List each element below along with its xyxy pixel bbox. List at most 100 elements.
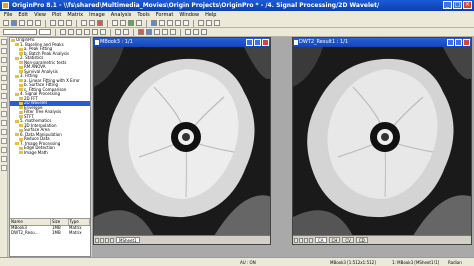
- menu-view[interactable]: View: [34, 12, 46, 18]
- subscript-icon[interactable]: [92, 29, 98, 35]
- region-tool-icon[interactable]: [1, 156, 7, 162]
- freehand-tool-icon[interactable]: [1, 165, 7, 171]
- underline-icon[interactable]: [76, 29, 82, 35]
- new-matrix-icon[interactable]: [27, 20, 33, 26]
- tree-item[interactable]: Image Math: [10, 150, 90, 156]
- matrix-image[interactable]: [293, 47, 471, 236]
- new-function-icon[interactable]: [35, 20, 41, 26]
- folder-icon: [15, 74, 19, 78]
- layer-icon[interactable]: [206, 20, 212, 26]
- zoom-tool-icon[interactable]: [1, 48, 7, 54]
- open-icon[interactable]: [50, 20, 56, 26]
- menu-edit[interactable]: Edit: [18, 12, 28, 18]
- close-window-icon[interactable]: [262, 39, 269, 46]
- line-style-icon[interactable]: [162, 29, 168, 35]
- minimize-window-icon[interactable]: [246, 39, 253, 46]
- add-layer-icon[interactable]: [198, 20, 204, 26]
- sheet-tab[interactable]: MSheet1: [116, 237, 140, 243]
- draw-data-icon[interactable]: [1, 84, 7, 90]
- last-sheet-icon[interactable]: [110, 237, 114, 243]
- origin-app-icon[interactable]: [2, 2, 9, 9]
- refresh-icon[interactable]: [89, 20, 95, 26]
- menu-matrix[interactable]: Matrix: [67, 12, 83, 18]
- decrease-font-icon[interactable]: [123, 29, 129, 35]
- folder-icon: [19, 79, 23, 82]
- line-width-icon[interactable]: [170, 29, 176, 35]
- font-size-select[interactable]: [39, 29, 51, 35]
- new-graph-icon[interactable]: [19, 20, 25, 26]
- maximize-window-icon[interactable]: [455, 39, 462, 46]
- sheet-tab-cd[interactable]: CD: [355, 237, 368, 243]
- data-selector-icon[interactable]: [1, 75, 7, 81]
- first-sheet-icon[interactable]: [294, 237, 298, 243]
- pointer-tool-icon[interactable]: [1, 39, 7, 45]
- zoom-out-icon[interactable]: [120, 20, 126, 26]
- window-title-bar[interactable]: DWT2_Result1 : 1/1: [293, 38, 471, 47]
- increase-font-icon[interactable]: [115, 29, 121, 35]
- fill-color-icon[interactable]: [146, 29, 152, 35]
- duplicate-icon[interactable]: [97, 20, 103, 26]
- rescale-icon[interactable]: [136, 20, 142, 26]
- menu-plot[interactable]: Plot: [52, 12, 61, 18]
- new-workbook-icon[interactable]: [11, 20, 17, 26]
- arrow-tool-icon[interactable]: [1, 102, 7, 108]
- project-explorer-icon[interactable]: [183, 20, 189, 26]
- code-builder-icon[interactable]: [159, 20, 165, 26]
- print-icon[interactable]: [81, 20, 87, 26]
- sheet-tab-cv[interactable]: CV: [342, 237, 354, 243]
- line-tool-icon[interactable]: [1, 120, 7, 126]
- next-sheet-icon[interactable]: [304, 237, 308, 243]
- prev-sheet-icon[interactable]: [299, 237, 303, 243]
- align-left-icon[interactable]: [185, 29, 191, 35]
- command-window-icon[interactable]: [175, 20, 181, 26]
- menu-analysis[interactable]: Analysis: [111, 12, 132, 18]
- menu-tools[interactable]: Tools: [137, 12, 149, 18]
- list-item[interactable]: DWT2_Resu... 1MB Matrix: [10, 230, 90, 235]
- close-window-icon[interactable]: [463, 39, 470, 46]
- whole-page-icon[interactable]: [128, 20, 134, 26]
- text-tool-icon[interactable]: [1, 93, 7, 99]
- zoom-in-icon[interactable]: [112, 20, 118, 26]
- ellipse-tool-icon[interactable]: [1, 138, 7, 144]
- first-sheet-icon[interactable]: [95, 237, 99, 243]
- menu-image[interactable]: Image: [89, 12, 105, 18]
- sheet-tab-ch[interactable]: CH: [328, 237, 341, 243]
- maximize-window-icon[interactable]: [254, 39, 261, 46]
- results-log-icon[interactable]: [167, 20, 173, 26]
- matrix-window-dwt2-result[interactable]: DWT2_Result1 : 1/1 CA CH CV CD: [292, 37, 472, 245]
- minimize-button[interactable]: _: [443, 1, 452, 9]
- maximize-button[interactable]: □: [453, 1, 462, 9]
- close-button[interactable]: ×: [463, 1, 472, 9]
- next-sheet-icon[interactable]: [105, 237, 109, 243]
- menu-window[interactable]: Window: [179, 12, 199, 18]
- rectangle-tool-icon[interactable]: [1, 129, 7, 135]
- font-select[interactable]: [3, 29, 37, 35]
- matrix-image[interactable]: [94, 47, 270, 236]
- italic-icon[interactable]: [68, 29, 74, 35]
- matrix-window-mbook3[interactable]: MBook3 : 1/1 MSheet1: [93, 37, 271, 245]
- save-icon[interactable]: [58, 20, 64, 26]
- last-sheet-icon[interactable]: [309, 237, 313, 243]
- polygon-tool-icon[interactable]: [1, 147, 7, 153]
- bold-icon[interactable]: [60, 29, 66, 35]
- menu-file[interactable]: File: [4, 12, 12, 18]
- menu-format[interactable]: Format: [156, 12, 174, 18]
- curved-arrow-icon[interactable]: [1, 111, 7, 117]
- import-icon[interactable]: [66, 20, 72, 26]
- new-project-icon[interactable]: [3, 20, 9, 26]
- superscript-icon[interactable]: [84, 29, 90, 35]
- sheet-tab-ca[interactable]: CA: [315, 237, 327, 243]
- screen-reader-icon[interactable]: [1, 57, 7, 63]
- font-color-icon[interactable]: [138, 29, 144, 35]
- align-right-icon[interactable]: [201, 29, 207, 35]
- data-reader-icon[interactable]: [1, 66, 7, 72]
- line-color-icon[interactable]: [154, 29, 160, 35]
- prev-sheet-icon[interactable]: [100, 237, 104, 243]
- minimize-window-icon[interactable]: [447, 39, 454, 46]
- greek-icon[interactable]: [100, 29, 106, 35]
- window-title-bar[interactable]: MBook3 : 1/1: [94, 38, 270, 47]
- merge-icon[interactable]: [214, 20, 220, 26]
- align-center-icon[interactable]: [193, 29, 199, 35]
- menu-help[interactable]: Help: [205, 12, 216, 18]
- script-window-icon[interactable]: [151, 20, 157, 26]
